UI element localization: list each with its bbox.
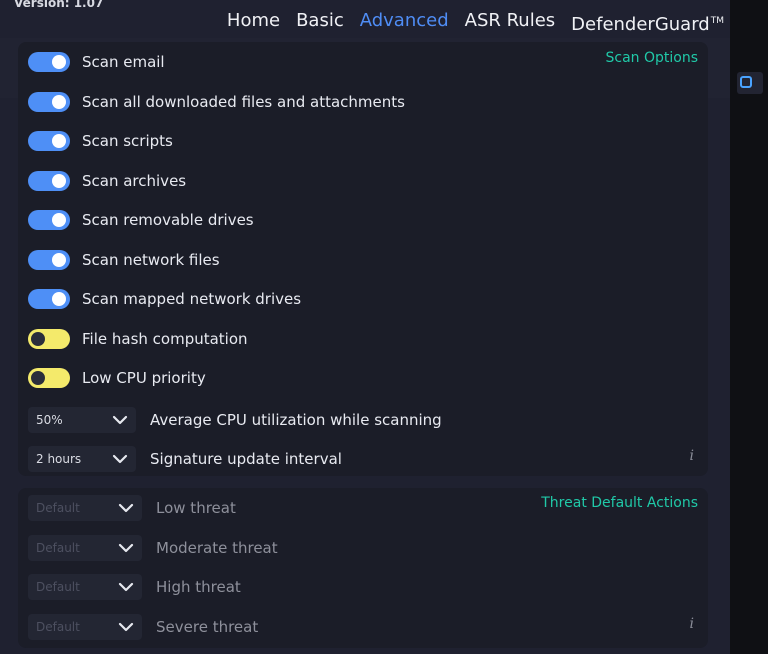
chevron-down-icon	[112, 415, 128, 425]
severe-threat-label: Severe threat	[156, 618, 259, 636]
low-threat-label: Low threat	[156, 499, 236, 517]
toggle-row-low-cpu: Low CPU priority	[28, 364, 206, 392]
low-cpu-toggle[interactable]	[28, 368, 70, 388]
threat-actions-panel: Threat Default Actions Default Low threa…	[18, 488, 708, 648]
signature-interval-value: 2 hours	[36, 452, 82, 466]
cpu-utilization-select[interactable]: 50%	[28, 407, 136, 433]
select-row-cpu-utilization: 50% Average CPU utilization while scanni…	[28, 406, 442, 434]
chevron-down-icon	[118, 622, 134, 632]
toggle-knob	[52, 292, 66, 306]
toggle-row-scan-downloads: Scan all downloaded files and attachment…	[28, 88, 405, 116]
scan-email-label: Scan email	[82, 53, 165, 71]
scan-options-title: Scan Options	[605, 50, 698, 66]
scan-network-label: Scan network files	[82, 251, 220, 269]
threat-row-low: Default Low threat	[28, 494, 236, 522]
toggle-row-scan-email: Scan email	[28, 48, 165, 76]
high-threat-value: Default	[36, 580, 80, 594]
toggle-knob	[31, 332, 45, 346]
moderate-threat-value: Default	[36, 541, 80, 555]
nav-defenderguard[interactable]: DefenderGuardTM	[571, 8, 724, 38]
toggle-knob	[52, 213, 66, 227]
moderate-threat-label: Moderate threat	[156, 539, 278, 557]
cpu-utilization-value: 50%	[36, 413, 63, 427]
version-label: Version: 1.07	[14, 0, 104, 10]
low-threat-value: Default	[36, 501, 80, 515]
info-icon[interactable]: i	[690, 616, 694, 632]
scan-downloads-label: Scan all downloaded files and attachment…	[82, 93, 405, 111]
threat-row-high: Default High threat	[28, 573, 241, 601]
scan-scripts-label: Scan scripts	[82, 132, 173, 150]
scan-mapped-label: Scan mapped network drives	[82, 290, 302, 308]
chevron-down-icon	[112, 454, 128, 464]
low-cpu-label: Low CPU priority	[82, 369, 206, 387]
file-hash-toggle[interactable]	[28, 329, 70, 349]
scan-network-toggle[interactable]	[28, 250, 70, 270]
threat-actions-title: Threat Default Actions	[541, 495, 698, 511]
chevron-down-icon	[118, 503, 134, 513]
toggle-row-scan-mapped: Scan mapped network drives	[28, 285, 301, 313]
scan-archives-toggle[interactable]	[28, 171, 70, 191]
background-sidebar-item	[737, 72, 763, 94]
high-threat-label: High threat	[156, 578, 241, 596]
info-icon[interactable]: i	[690, 448, 694, 464]
scan-scripts-toggle[interactable]	[28, 131, 70, 151]
severe-threat-select[interactable]: Default	[28, 614, 142, 640]
toggle-knob	[52, 55, 66, 69]
nav-home[interactable]: Home	[227, 8, 280, 34]
top-nav: Home Basic Advanced ASR Rules DefenderGu…	[227, 8, 724, 38]
toggle-knob	[52, 95, 66, 109]
select-row-signature-interval: 2 hours Signature update interval	[28, 445, 342, 473]
cpu-utilization-label: Average CPU utilization while scanning	[150, 411, 442, 429]
chevron-down-icon	[118, 582, 134, 592]
toggle-row-scan-scripts: Scan scripts	[28, 127, 173, 155]
window-icon	[740, 76, 752, 88]
severe-threat-value: Default	[36, 620, 80, 634]
signature-interval-label: Signature update interval	[150, 450, 342, 468]
toggle-row-scan-archives: Scan archives	[28, 167, 186, 195]
nav-advanced[interactable]: Advanced	[360, 8, 449, 34]
toggle-knob	[52, 253, 66, 267]
scan-mapped-toggle[interactable]	[28, 289, 70, 309]
threat-row-moderate: Default Moderate threat	[28, 534, 278, 562]
scan-downloads-toggle[interactable]	[28, 92, 70, 112]
toggle-knob	[52, 134, 66, 148]
nav-basic[interactable]: Basic	[296, 8, 344, 34]
toggle-knob	[52, 174, 66, 188]
moderate-threat-select[interactable]: Default	[28, 535, 142, 561]
nav-defenderguard-label: DefenderGuard	[571, 14, 710, 35]
trademark-mark: TM	[710, 16, 724, 26]
low-threat-select[interactable]: Default	[28, 495, 142, 521]
scan-removable-toggle[interactable]	[28, 210, 70, 230]
toggle-row-scan-network: Scan network files	[28, 246, 220, 274]
toggle-knob	[31, 371, 45, 385]
high-threat-select[interactable]: Default	[28, 574, 142, 600]
toggle-row-scan-removable: Scan removable drives	[28, 206, 254, 234]
scan-archives-label: Scan archives	[82, 172, 187, 190]
scan-email-toggle[interactable]	[28, 52, 70, 72]
scan-removable-label: Scan removable drives	[82, 211, 254, 229]
scan-options-panel: Scan Options Scan email Scan all downloa…	[18, 42, 708, 476]
chevron-down-icon	[118, 543, 134, 553]
threat-row-severe: Default Severe threat	[28, 613, 258, 641]
nav-asr-rules[interactable]: ASR Rules	[465, 8, 556, 34]
file-hash-label: File hash computation	[82, 330, 248, 348]
background-sidebar	[730, 0, 768, 654]
toggle-row-file-hash: File hash computation	[28, 325, 248, 353]
signature-interval-select[interactable]: 2 hours	[28, 446, 136, 472]
